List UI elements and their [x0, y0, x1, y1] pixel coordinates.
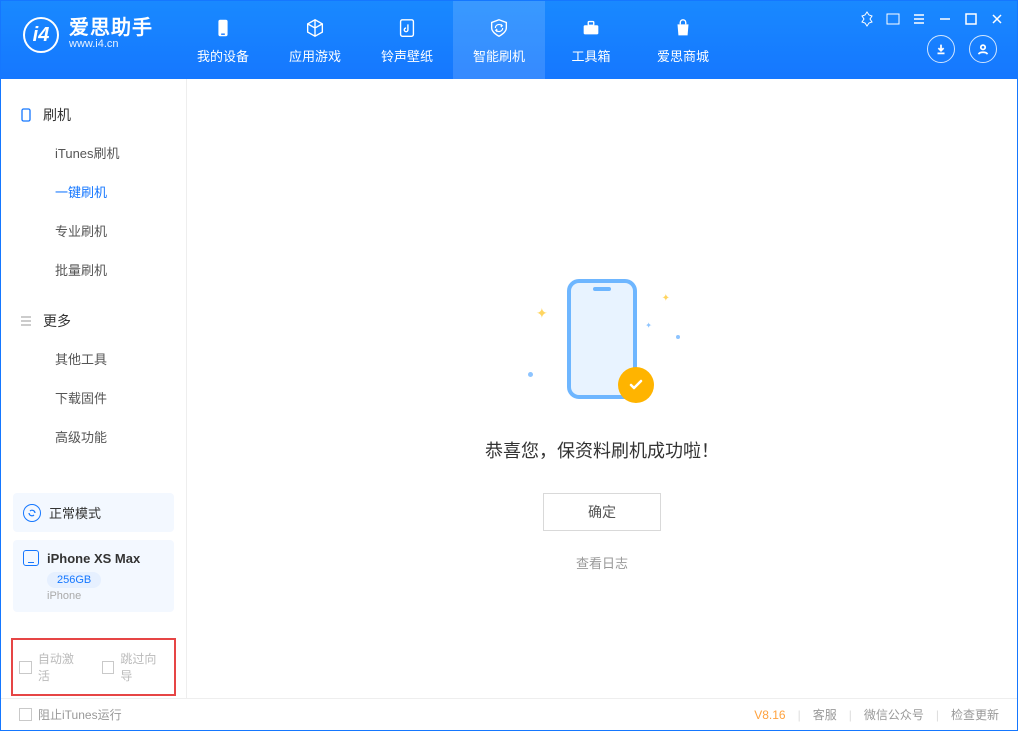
checkbox-icon: [19, 661, 32, 674]
device-type: iPhone: [47, 590, 164, 602]
sparkle-icon: ✦: [536, 305, 548, 322]
sidebar-item-onekey-flash[interactable]: 一键刷机: [1, 172, 186, 211]
main-nav: 我的设备 应用游戏 铃声壁纸 智能刷机 工具箱 爱思商城: [177, 1, 729, 79]
separator: |: [798, 708, 801, 722]
section-title: 刷机: [43, 105, 71, 125]
device-mode[interactable]: 正常模式: [13, 493, 174, 532]
download-button[interactable]: [927, 35, 955, 63]
list-icon: [19, 314, 33, 328]
user-button[interactable]: [969, 35, 997, 63]
nav-flash[interactable]: 智能刷机: [453, 1, 545, 79]
checkbox-icon: [102, 661, 115, 674]
nav-label: 智能刷机: [473, 46, 525, 65]
ok-button[interactable]: 确定: [543, 493, 661, 531]
device-card[interactable]: iPhone XS Max 256GB iPhone: [13, 540, 174, 612]
success-illustration: ✦ ✦ ✦: [522, 279, 682, 409]
dot-icon: [528, 372, 533, 377]
checkbox-icon: [19, 708, 32, 721]
nav-label: 爱思商城: [657, 46, 709, 65]
checkbox-label: 跳过向导: [120, 650, 168, 684]
section-title: 更多: [43, 311, 71, 331]
nav-apps-games[interactable]: 应用游戏: [269, 1, 361, 79]
support-link[interactable]: 客服: [813, 706, 837, 723]
feedback-icon[interactable]: [859, 11, 875, 27]
bag-icon: [671, 16, 695, 40]
cube-icon: [303, 16, 327, 40]
footer: 阻止iTunes运行 V8.16 | 客服 | 微信公众号 | 检查更新: [1, 698, 1017, 730]
checkbox-block-itunes[interactable]: 阻止iTunes运行: [19, 706, 122, 723]
header: i4 爱思助手 www.i4.cn 我的设备 应用游戏 铃声壁纸 智能刷机: [1, 1, 1017, 79]
checkbox-label: 自动激活: [38, 650, 86, 684]
wechat-link[interactable]: 微信公众号: [864, 706, 924, 723]
separator: |: [849, 708, 852, 722]
sidebar: 刷机 iTunes刷机 一键刷机 专业刷机 批量刷机 更多 其他工具 下载固件 …: [1, 79, 187, 698]
sidebar-item-pro-flash[interactable]: 专业刷机: [1, 211, 186, 250]
nav-my-device[interactable]: 我的设备: [177, 1, 269, 79]
sidebar-item-itunes-flash[interactable]: iTunes刷机: [1, 133, 186, 172]
sidebar-item-advanced[interactable]: 高级功能: [1, 417, 186, 456]
sidebar-item-other-tools[interactable]: 其他工具: [1, 339, 186, 378]
phone-icon: [23, 550, 39, 566]
phone-small-icon: [19, 108, 33, 122]
check-update-link[interactable]: 检查更新: [951, 706, 999, 723]
sidebar-section-more: 更多: [1, 303, 186, 339]
mode-icon: [23, 504, 41, 522]
nav-label: 应用游戏: [289, 46, 341, 65]
menu-icon[interactable]: [911, 11, 927, 27]
nav-toolbox[interactable]: 工具箱: [545, 1, 637, 79]
titlebar-controls: [859, 11, 1005, 27]
main-content: ✦ ✦ ✦ 恭喜您，保资料刷机成功啦！ 确定 查看日志: [187, 79, 1017, 698]
sparkle-icon: ✦: [662, 293, 670, 304]
checkbox-auto-activate[interactable]: 自动激活: [19, 650, 86, 684]
sidebar-item-download-firmware[interactable]: 下载固件: [1, 378, 186, 417]
checkbox-label: 阻止iTunes运行: [38, 706, 122, 723]
app-name: 爱思助手: [69, 18, 153, 38]
view-log-link[interactable]: 查看日志: [576, 553, 628, 572]
checkbox-skip-guide[interactable]: 跳过向导: [102, 650, 169, 684]
app-url: www.i4.cn: [69, 38, 153, 51]
device-icon: [211, 16, 235, 40]
music-sheet-icon: [395, 16, 419, 40]
sparkle-icon: ✦: [645, 321, 652, 330]
refresh-shield-icon: [487, 16, 511, 40]
highlighted-options: 自动激活 跳过向导: [11, 638, 176, 696]
skin-icon[interactable]: [885, 11, 901, 27]
device-capacity: 256GB: [47, 572, 101, 588]
nav-label: 铃声壁纸: [381, 46, 433, 65]
maximize-icon[interactable]: [963, 11, 979, 27]
version-label: V8.16: [754, 708, 785, 722]
dot-icon: [676, 335, 680, 339]
logo-icon: i4: [23, 17, 59, 53]
separator: |: [936, 708, 939, 722]
close-icon[interactable]: [989, 11, 1005, 27]
device-name: iPhone XS Max: [47, 551, 140, 566]
mode-label: 正常模式: [49, 503, 101, 522]
minimize-icon[interactable]: [937, 11, 953, 27]
nav-ringtones[interactable]: 铃声壁纸: [361, 1, 453, 79]
sidebar-section-flash: 刷机: [1, 97, 186, 133]
success-check-icon: [618, 367, 654, 403]
sidebar-item-batch-flash[interactable]: 批量刷机: [1, 250, 186, 289]
nav-label: 我的设备: [197, 46, 249, 65]
toolbox-icon: [579, 16, 603, 40]
nav-store[interactable]: 爱思商城: [637, 1, 729, 79]
nav-label: 工具箱: [571, 46, 610, 65]
success-message: 恭喜您，保资料刷机成功啦！: [485, 437, 719, 463]
logo[interactable]: i4 爱思助手 www.i4.cn: [1, 1, 171, 53]
